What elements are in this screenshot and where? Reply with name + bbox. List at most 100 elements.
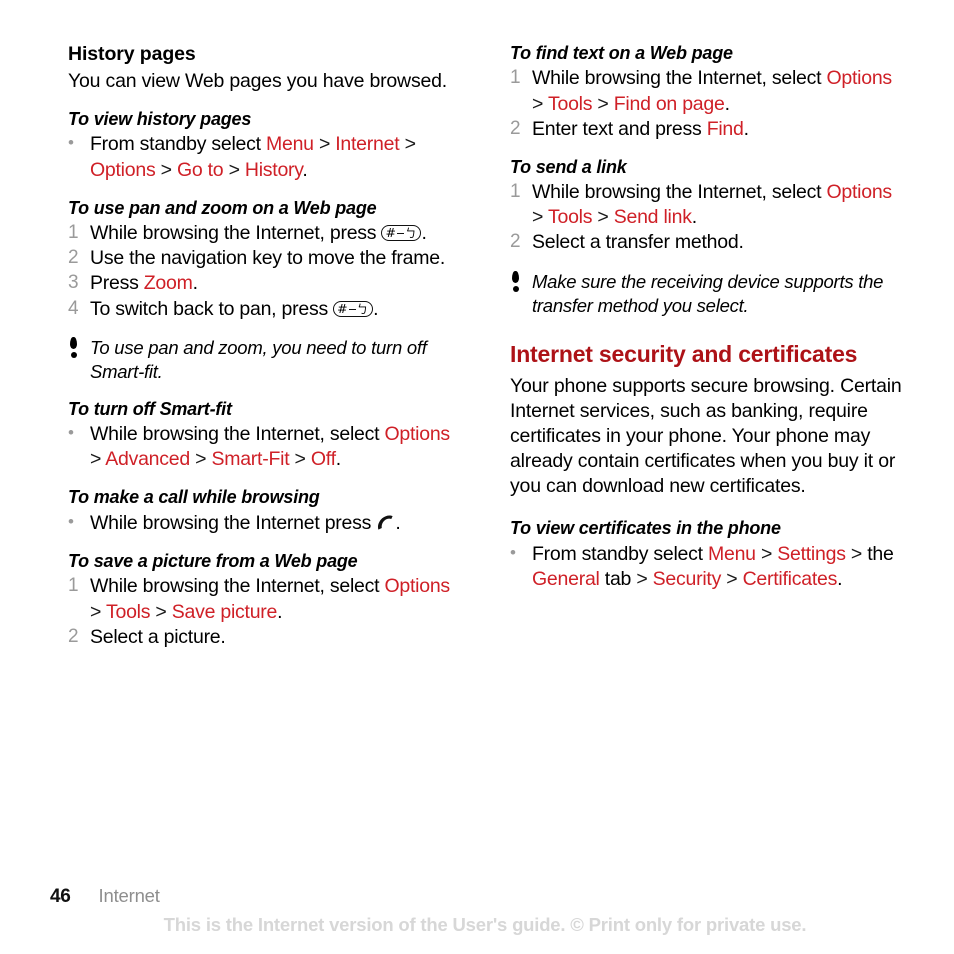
step-text: From standby select bbox=[532, 542, 708, 565]
link-certificates[interactable]: Certificates bbox=[743, 568, 838, 590]
internet-security-body: Your phone supports secure browsing. Cer… bbox=[510, 374, 902, 498]
task-turn-off-smart-fit: To turn off Smart-fit • While browsing th… bbox=[68, 398, 460, 473]
link-general[interactable]: General bbox=[532, 568, 600, 590]
link-history[interactable]: History bbox=[245, 159, 303, 181]
link-send-link[interactable]: Send link bbox=[614, 206, 692, 228]
period: . bbox=[743, 117, 749, 140]
link-security[interactable]: Security bbox=[653, 568, 722, 590]
link-advanced[interactable]: Advanced bbox=[105, 448, 190, 470]
list-item: 2 Use the navigation key to move the fram… bbox=[68, 246, 460, 271]
bullet-marker: • bbox=[68, 133, 74, 153]
section-history-pages: History pages You can view Web pages you… bbox=[68, 42, 460, 94]
link-go-to[interactable]: Go to bbox=[177, 159, 224, 181]
page-footer: 46 Internet This is the Internet version… bbox=[50, 885, 910, 936]
step-text: To switch back to pan, press bbox=[90, 297, 334, 320]
page-number: 46 bbox=[50, 886, 71, 907]
list-item: 2 Enter text and press Find. bbox=[510, 117, 902, 142]
task-view-certificates: To view certificates in the phone • From … bbox=[510, 517, 902, 592]
path-separator: > bbox=[850, 542, 863, 565]
hash-key-icon: # ㄅ bbox=[381, 225, 422, 242]
exclamation-note-icon bbox=[68, 336, 80, 359]
link-find-on-page[interactable]: Find on page bbox=[614, 93, 725, 115]
path-separator: > bbox=[760, 542, 773, 565]
step-text: While browsing the Internet, press bbox=[90, 222, 382, 245]
exclamation-note-icon bbox=[510, 270, 522, 293]
steps-send-a-link: 1 While browsing the Internet, select Opt… bbox=[510, 180, 902, 255]
steps-view-certificates: • From standby select Menu > Settings > t… bbox=[510, 542, 902, 592]
step-number: 1 bbox=[510, 67, 521, 89]
task-make-a-call: To make a call while browsing • While bro… bbox=[68, 486, 460, 536]
step-number: 4 bbox=[68, 297, 79, 319]
steps-save-a-picture: 1 While browsing the Internet, select Opt… bbox=[68, 574, 460, 649]
task-send-a-link: To send a link 1 While browsing the Inter… bbox=[510, 156, 902, 256]
bullet-marker: • bbox=[510, 542, 516, 562]
link-tools[interactable]: Tools bbox=[106, 601, 151, 623]
tab-word: tab bbox=[604, 568, 632, 590]
period: . bbox=[837, 568, 843, 590]
task-heading-make-a-call: To make a call while browsing bbox=[68, 487, 320, 508]
steps-turn-off-smart-fit: • While browsing the Internet, select Opt… bbox=[68, 422, 460, 472]
step-number: 2 bbox=[510, 231, 521, 253]
link-off[interactable]: Off bbox=[311, 448, 336, 470]
path-separator: > bbox=[155, 600, 167, 623]
steps-make-a-call: • While browsing the Internet press . bbox=[68, 511, 460, 536]
link-options[interactable]: Options bbox=[384, 575, 450, 597]
path-separator: > bbox=[195, 448, 207, 471]
path-separator: > bbox=[726, 568, 738, 590]
step-text: Select a picture. bbox=[90, 625, 226, 648]
step-text: Use the navigation key to move the frame… bbox=[90, 247, 446, 270]
step-text: While browsing the Internet, select bbox=[532, 67, 827, 90]
period: . bbox=[691, 206, 697, 229]
path-separator: > bbox=[532, 206, 544, 229]
bullet-marker: • bbox=[68, 511, 74, 531]
step-number: 3 bbox=[68, 272, 79, 294]
link-save-picture[interactable]: Save picture bbox=[172, 601, 278, 623]
section-internet-security: Internet security and certificates Your … bbox=[510, 340, 902, 500]
link-smart-fit[interactable]: Smart-Fit bbox=[211, 448, 289, 470]
steps-view-history-pages: • From standby select Menu > Internet > O… bbox=[68, 132, 460, 182]
step-text: While browsing the Internet, select bbox=[90, 575, 385, 598]
call-key-icon bbox=[376, 514, 395, 531]
task-heading-save-a-picture: To save a picture from a Web page bbox=[68, 551, 358, 572]
steps-find-text: 1 While browsing the Internet, select Opt… bbox=[510, 66, 902, 141]
period: . bbox=[421, 222, 427, 245]
link-menu[interactable]: Menu bbox=[266, 133, 314, 155]
link-options[interactable]: Options bbox=[826, 181, 892, 203]
path-separator: > bbox=[294, 448, 306, 471]
list-item: • From standby select Menu > Settings > t… bbox=[510, 542, 902, 592]
hash-key-icon: # ㄅ bbox=[333, 300, 374, 317]
link-zoom[interactable]: Zoom bbox=[144, 272, 193, 294]
step-number: 1 bbox=[510, 181, 521, 203]
list-item: 1 While browsing the Internet, select Opt… bbox=[510, 180, 902, 230]
link-tools[interactable]: Tools bbox=[548, 93, 593, 115]
chapter-heading-internet-security: Internet security and certificates bbox=[510, 340, 858, 367]
task-heading-view-certificates: To view certificates in the phone bbox=[510, 518, 781, 539]
note-text: Make sure the receiving device supports … bbox=[532, 270, 884, 316]
note-smart-fit: To use pan and zoom, you need to turn of… bbox=[68, 336, 460, 384]
step-number: 2 bbox=[68, 625, 79, 647]
right-column: To find text on a Web page 1 While browsi… bbox=[510, 42, 902, 606]
link-options[interactable]: Options bbox=[384, 423, 450, 445]
note-text: To use pan and zoom, you need to turn of… bbox=[90, 336, 427, 382]
link-options[interactable]: Options bbox=[826, 67, 892, 89]
list-item: • From standby select Menu > Internet > O… bbox=[68, 132, 460, 182]
step-number: 1 bbox=[68, 222, 79, 244]
step-text: From standby select bbox=[90, 133, 266, 156]
step-text: While browsing the Internet, select bbox=[532, 181, 827, 204]
the-word: the bbox=[867, 542, 894, 565]
bullet-marker: • bbox=[68, 423, 74, 443]
step-text: Select a transfer method. bbox=[532, 231, 744, 254]
link-internet[interactable]: Internet bbox=[335, 133, 399, 155]
step-text: Enter text and press bbox=[532, 117, 707, 140]
task-heading-view-history-pages: To view history pages bbox=[68, 109, 252, 130]
footer-row: 46 Internet bbox=[50, 885, 910, 908]
link-menu[interactable]: Menu bbox=[708, 543, 756, 565]
footer-chapter-name: Internet bbox=[98, 885, 160, 906]
link-options[interactable]: Options bbox=[90, 159, 156, 181]
link-settings[interactable]: Settings bbox=[777, 543, 846, 565]
link-find[interactable]: Find bbox=[707, 118, 744, 140]
path-separator: > bbox=[228, 158, 240, 181]
step-number: 1 bbox=[68, 575, 79, 597]
link-tools[interactable]: Tools bbox=[548, 206, 593, 228]
period: . bbox=[724, 92, 730, 115]
